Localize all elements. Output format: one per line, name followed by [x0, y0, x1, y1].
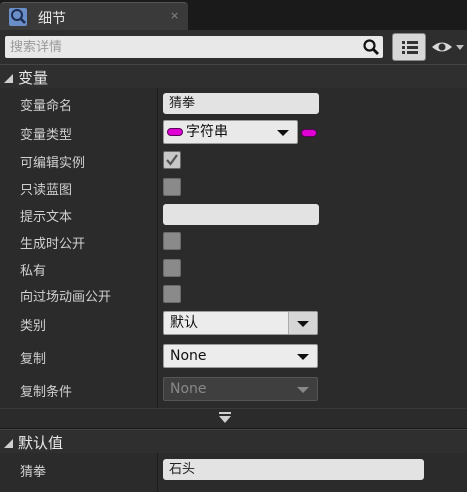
section-title: 变量 — [18, 69, 49, 87]
tooltip-label: 提示文本 — [20, 210, 73, 225]
private-label: 私有 — [20, 264, 47, 279]
var-type-dropdown[interactable]: 字符串 — [163, 120, 298, 144]
section-default-value[interactable]: 默认值 — [0, 429, 467, 453]
search-icon[interactable] — [362, 38, 380, 56]
category-value: 默认 — [170, 315, 198, 331]
chevron-down-icon — [297, 321, 309, 327]
column-divider[interactable] — [157, 453, 158, 492]
private-checkbox[interactable] — [163, 259, 181, 277]
tooltip-field[interactable] — [163, 204, 319, 225]
chevron-down-icon — [297, 354, 309, 360]
category-combo[interactable]: 默认 — [163, 311, 318, 335]
var-type-value: 字符串 — [186, 124, 228, 140]
search-box — [5, 36, 383, 58]
expose-cinematics-label: 向过场动画公开 — [20, 290, 112, 305]
readonly-checkbox[interactable] — [163, 178, 181, 196]
string-pin-icon — [167, 128, 183, 136]
tab-bar: 细节 × — [0, 0, 467, 30]
variable-properties: 变量命名 猜拳 变量类型 字符串 可编辑实例 只读蓝图 提示文本 生成时公开 私… — [0, 88, 467, 408]
section-title: 默认值 — [18, 434, 64, 452]
tab-close-button[interactable]: × — [170, 9, 179, 22]
expose-spawn-checkbox[interactable] — [163, 232, 181, 250]
replication-condition-label: 复制条件 — [20, 385, 73, 400]
readonly-label: 只读蓝图 — [20, 183, 73, 198]
advanced-expander[interactable] — [0, 408, 467, 428]
search-toolbar — [0, 30, 467, 64]
search-input[interactable] — [5, 36, 355, 58]
var-type-label: 变量类型 — [20, 128, 73, 143]
tab-details[interactable]: 细节 × — [0, 2, 188, 30]
replication-condition-dropdown: None — [163, 377, 318, 401]
tab-title: 细节 — [38, 11, 66, 27]
replication-label: 复制 — [20, 352, 47, 367]
visibility-button[interactable] — [430, 36, 466, 58]
section-variable[interactable]: 变量 — [0, 64, 467, 88]
editable-label: 可编辑实例 — [20, 156, 86, 171]
view-options-button[interactable] — [392, 33, 426, 61]
chevron-down-icon — [297, 387, 309, 393]
replication-dropdown[interactable]: None — [163, 344, 318, 368]
default-properties: 猜拳 石头 — [0, 453, 467, 492]
replication-value: None — [170, 348, 207, 364]
category-label: 类别 — [20, 319, 47, 334]
column-divider[interactable] — [157, 88, 158, 408]
eye-icon — [430, 42, 466, 62]
magnifier-details-icon — [8, 7, 28, 27]
expose-spawn-label: 生成时公开 — [20, 237, 86, 252]
check-icon — [166, 154, 178, 166]
replication-condition-value: None — [170, 381, 207, 397]
default-value-label: 猜拳 — [20, 465, 47, 480]
default-value-field[interactable]: 石头 — [163, 459, 424, 480]
expose-cinematics-checkbox[interactable] — [163, 285, 181, 303]
var-name-field[interactable]: 猜拳 — [163, 93, 319, 114]
collapse-arrow-icon — [4, 437, 13, 448]
container-type-icon[interactable] — [301, 129, 317, 137]
editable-checkbox[interactable] — [163, 151, 181, 169]
var-name-label: 变量命名 — [20, 99, 73, 114]
collapse-arrow-icon — [4, 72, 13, 83]
chevron-down-icon — [277, 130, 289, 136]
expand-advanced-icon — [218, 412, 232, 428]
